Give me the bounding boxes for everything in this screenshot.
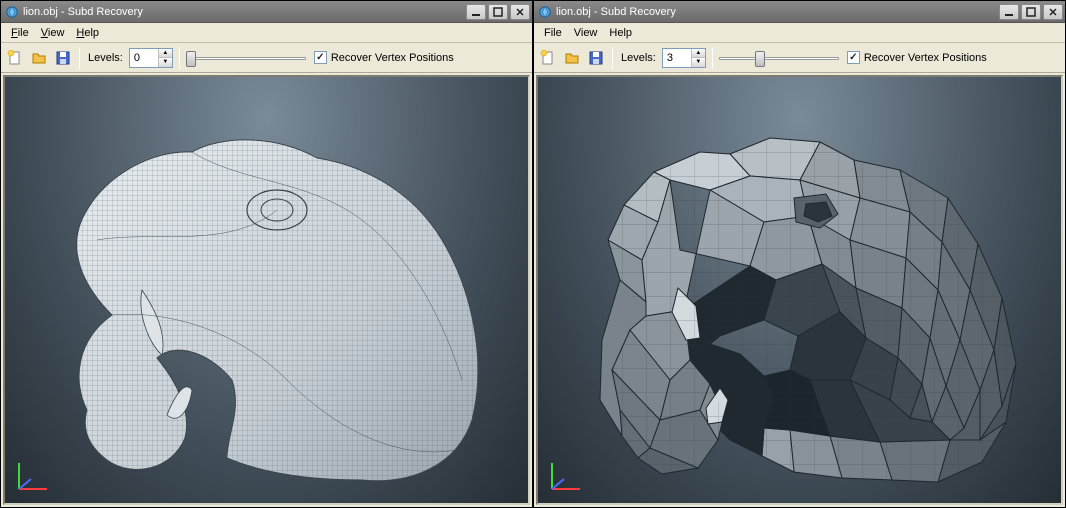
recover-vertex-checkbox[interactable]: ✓ Recover Vertex Positions (314, 51, 454, 64)
spin-up-button[interactable]: ▲ (159, 49, 172, 59)
toolbar-separator (612, 47, 613, 69)
checkbox-label: Recover Vertex Positions (864, 52, 987, 64)
spin-up-button[interactable]: ▲ (692, 49, 705, 59)
levels-label: Levels: (86, 52, 125, 64)
checkbox-box[interactable]: ✓ (847, 51, 860, 64)
window-title: lion.obj - Subd Recovery (23, 6, 466, 18)
minimize-button[interactable] (999, 4, 1019, 20)
spin-down-button[interactable]: ▼ (692, 58, 705, 67)
titlebar[interactable]: lion.obj - Subd Recovery (1, 1, 532, 23)
levels-spinbox[interactable]: ▲ ▼ (129, 48, 173, 68)
levels-label: Levels: (619, 52, 658, 64)
app-window-left: lion.obj - Subd Recovery File View Help (0, 0, 533, 508)
recover-vertex-checkbox[interactable]: ✓ Recover Vertex Positions (847, 51, 987, 64)
checkbox-label: Recover Vertex Positions (331, 52, 454, 64)
new-file-icon[interactable] (538, 48, 558, 68)
toolbar-separator (712, 47, 713, 69)
close-button[interactable] (510, 4, 530, 20)
menu-file[interactable]: File (5, 25, 35, 41)
toolbar-separator (179, 47, 180, 69)
window-controls (999, 4, 1063, 20)
open-folder-icon[interactable] (29, 48, 49, 68)
maximize-button[interactable] (488, 4, 508, 20)
toolbar: Levels: ▲ ▼ ✓ Recover Vertex Positions (1, 43, 532, 73)
levels-slider[interactable] (719, 48, 839, 68)
app-icon (538, 5, 552, 19)
mesh-preview-low (538, 77, 1061, 503)
axis-gizmo (13, 455, 53, 495)
viewport[interactable] (3, 75, 530, 505)
minimize-button[interactable] (466, 4, 486, 20)
toolbar-separator (79, 47, 80, 69)
menu-help[interactable]: Help (70, 25, 105, 41)
menu-view[interactable]: View (35, 25, 71, 41)
open-folder-icon[interactable] (562, 48, 582, 68)
window-title: lion.obj - Subd Recovery (556, 6, 999, 18)
titlebar[interactable]: lion.obj - Subd Recovery (534, 1, 1065, 23)
save-icon[interactable] (53, 48, 73, 68)
window-controls (466, 4, 530, 20)
app-window-right: lion.obj - Subd Recovery File View Help (533, 0, 1066, 508)
maximize-button[interactable] (1021, 4, 1041, 20)
toolbar: Levels: ▲ ▼ ✓ Recover Vertex Positions (534, 43, 1065, 73)
close-button[interactable] (1043, 4, 1063, 20)
app-icon (5, 5, 19, 19)
axis-gizmo (546, 455, 586, 495)
levels-input[interactable] (130, 49, 158, 67)
levels-slider[interactable] (186, 48, 306, 68)
save-icon[interactable] (586, 48, 606, 68)
mesh-preview-high (5, 77, 528, 503)
levels-input[interactable] (663, 49, 691, 67)
new-file-icon[interactable] (5, 48, 25, 68)
menu-help[interactable]: Help (603, 25, 638, 41)
levels-spinbox[interactable]: ▲ ▼ (662, 48, 706, 68)
viewport[interactable] (536, 75, 1063, 505)
menu-file[interactable]: File (538, 25, 568, 41)
spin-down-button[interactable]: ▼ (159, 58, 172, 67)
menubar: File View Help (1, 23, 532, 43)
checkbox-box[interactable]: ✓ (314, 51, 327, 64)
menu-view[interactable]: View (568, 25, 604, 41)
menubar: File View Help (534, 23, 1065, 43)
